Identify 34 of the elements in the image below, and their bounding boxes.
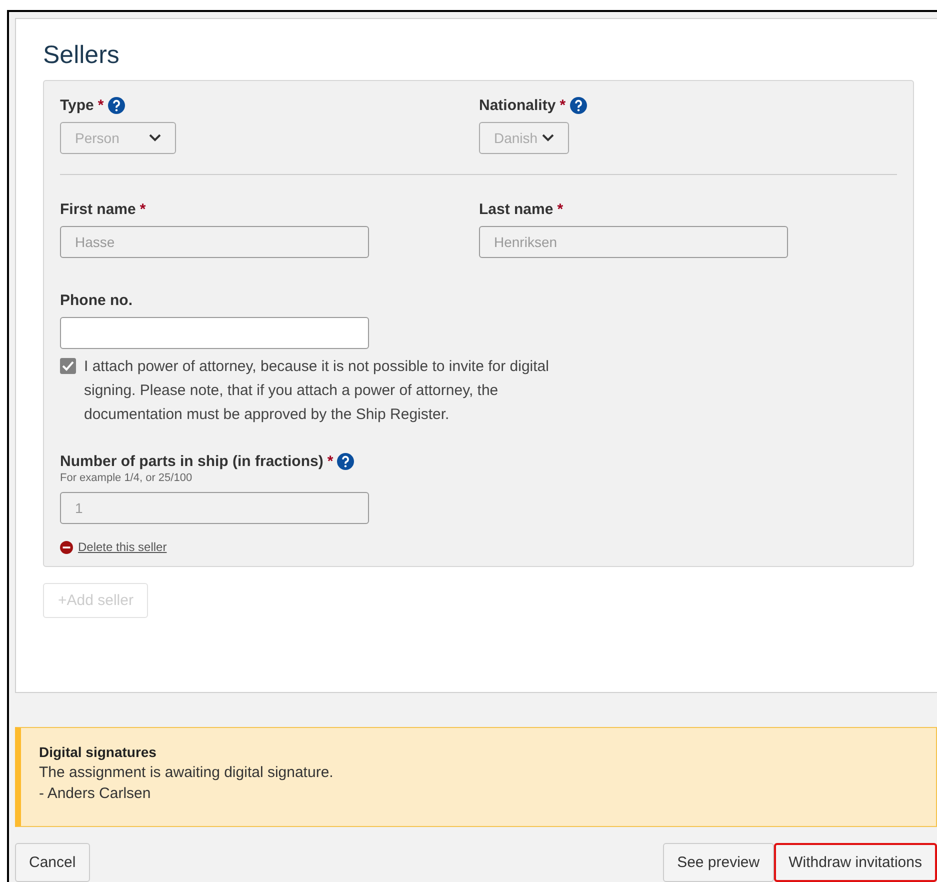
phone-field[interactable] <box>60 317 369 349</box>
type-label: Type <box>60 97 94 114</box>
nationality-label: Nationality <box>479 97 556 114</box>
required-mark: * <box>327 453 334 470</box>
parts-hint: For example 1/4, or 25/100 <box>60 472 194 484</box>
required-mark: * <box>98 97 104 114</box>
checkbox[interactable] <box>60 358 76 374</box>
parts-field[interactable]: 1 <box>60 492 369 524</box>
help-icon[interactable] <box>108 97 125 114</box>
minus-circle-icon <box>60 540 73 554</box>
notice-text: - Anders Carlsen <box>39 785 151 802</box>
help-icon[interactable] <box>337 453 354 470</box>
section-title: Sellers <box>43 41 120 70</box>
notice-title: Digital signatures <box>39 744 156 760</box>
action-button[interactable]: Withdraw invitations <box>774 843 937 882</box>
power-of-attorney-text: I attach power of attorney, because it is not possible to invite for digital signing. Please note, that if you attach a power of attorney, the documentation must be approved by the Ship Register. <box>84 357 550 425</box>
chevron-down-icon <box>542 134 554 142</box>
required-mark: * <box>557 201 564 218</box>
last-name-field[interactable]: Henriksen <box>479 226 788 258</box>
help-icon[interactable] <box>570 97 587 114</box>
required-mark: * <box>560 97 566 114</box>
nationality-dropdown[interactable]: Danish <box>479 122 569 154</box>
delete-seller-link[interactable]: Delete this seller <box>78 540 167 554</box>
first-name-label: First name <box>60 201 136 218</box>
type-dropdown[interactable]: Person <box>60 122 176 154</box>
required-mark: * <box>140 201 146 218</box>
parts-label: Number of parts in ship (in fractions) <box>60 453 324 470</box>
first-name-field[interactable]: Hasse <box>60 226 369 258</box>
phone-label: Phone no. <box>60 292 132 309</box>
chevron-down-icon <box>149 134 162 142</box>
action-button[interactable]: See preview <box>663 843 774 882</box>
last-name-label: Last name <box>479 201 554 218</box>
notice-text: The assignment is awaiting digital signature. <box>39 764 334 782</box>
action-button[interactable]: Cancel <box>15 843 90 882</box>
